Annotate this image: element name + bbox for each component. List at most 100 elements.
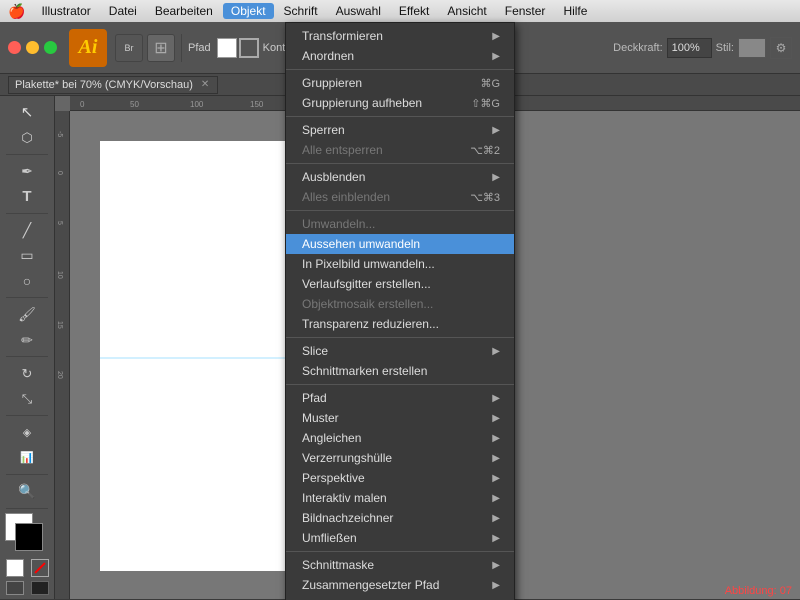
zoom-tool[interactable]: 🔍 (2, 479, 52, 504)
fill-swatch[interactable] (217, 38, 237, 58)
ruler-v-0: -5 (56, 131, 63, 137)
menu-gruppieren[interactable]: Gruppieren ⌘G (286, 73, 514, 93)
menu-zusammengesetzter-pfad[interactable]: Zusammengesetzter Pfad ▶ (286, 575, 514, 595)
menu-interaktiv-label: Interaktiv malen (302, 491, 492, 505)
menu-objekt[interactable]: Objekt (223, 3, 274, 19)
ellipse-tool[interactable]: ○ (2, 269, 52, 294)
fullscreen-mode-button[interactable] (31, 581, 49, 595)
menu-umfliessen[interactable]: Umfließen ▶ (286, 528, 514, 548)
direct-select-tool[interactable]: ⬡ (2, 126, 52, 151)
menu-muster[interactable]: Muster ▶ (286, 408, 514, 428)
select-tool[interactable]: ↖ (2, 100, 52, 125)
settings-icon[interactable]: ⚙ (770, 37, 792, 59)
blend-tool[interactable]: ◈ (2, 420, 52, 445)
menu-bearbeiten[interactable]: Bearbeiten (147, 3, 221, 19)
menu-effekt[interactable]: Effekt (391, 3, 437, 19)
chart-tool[interactable]: 📊 (2, 446, 52, 471)
tool-sep5 (6, 415, 48, 416)
toolpanel: ↖ ⬡ ✒ T ╱ ▭ ○ 🖌 ✏ ↻ ⤡ ◈ 📊 🔍 (0, 96, 55, 599)
apple-menu-icon[interactable]: 🍎 (8, 3, 25, 20)
tool-sep3 (6, 297, 48, 298)
menu-transformieren[interactable]: Transformieren ▶ (286, 26, 514, 46)
ruler-v-3: 10 (56, 271, 63, 279)
screen-mode-buttons (2, 581, 52, 595)
document-tab[interactable]: Plakette* bei 70% (CMYK/Vorschau) ✕ (8, 76, 218, 94)
menu-alle-entsperren[interactable]: Alle entsperren ⌥⌘2 (286, 140, 514, 160)
menu-slice-label: Slice (302, 344, 492, 358)
menu-section-transform: Transformieren ▶ Anordnen ▶ (286, 23, 514, 70)
menu-umfliessen-label: Umfließen (302, 531, 492, 545)
menu-sperren[interactable]: Sperren ▶ (286, 120, 514, 140)
fill-button[interactable] (6, 559, 24, 577)
maximize-window-button[interactable] (44, 41, 57, 54)
statusbar: Abbildung: 07 (717, 583, 800, 599)
none-button[interactable] (31, 559, 49, 577)
menu-objektmosaik[interactable]: Objektmosaik erstellen... (286, 294, 514, 314)
menu-interaktiv[interactable]: Interaktiv malen ▶ (286, 488, 514, 508)
menu-verzerrung[interactable]: Verzerrungshülle ▶ (286, 448, 514, 468)
menu-ausblenden[interactable]: Ausblenden ▶ (286, 167, 514, 187)
shape-tool[interactable]: ▭ (2, 243, 52, 268)
ruler-h-150: 150 (250, 100, 263, 109)
menu-umwandeln[interactable]: Umwandeln... (286, 214, 514, 234)
menu-anordnen-arrow: ▶ (492, 51, 500, 62)
close-window-button[interactable] (8, 41, 21, 54)
menu-interaktiv-arrow: ▶ (492, 493, 500, 504)
menu-sperren-arrow: ▶ (492, 125, 500, 136)
menu-slice[interactable]: Slice ▶ (286, 341, 514, 361)
menu-pfad[interactable]: Pfad ▶ (286, 388, 514, 408)
scale-tool[interactable]: ⤡ (2, 387, 52, 412)
menu-ansicht[interactable]: Ansicht (439, 3, 494, 19)
line-tool[interactable]: ╱ (2, 218, 52, 243)
menu-pixelbild-umwandeln[interactable]: In Pixelbild umwandeln... (286, 254, 514, 274)
deckkraft-input[interactable] (667, 38, 712, 58)
opacity-section: Deckkraft: Stil: ⚙ (613, 37, 792, 59)
menu-transparenz[interactable]: Transparenz reduzieren... (286, 314, 514, 334)
stroke-swatch[interactable] (239, 38, 259, 58)
menu-fenster[interactable]: Fenster (497, 3, 554, 19)
arrange-btn[interactable]: ⊞ (147, 34, 175, 62)
menu-zeichenflaechen[interactable]: Zeichenflächen ▶ (286, 595, 514, 600)
background-swatch[interactable] (15, 523, 43, 551)
menu-anordnen[interactable]: Anordnen ▶ (286, 46, 514, 66)
menu-bildnachzeichner-arrow: ▶ (492, 513, 500, 524)
pen-tool[interactable]: ✒ (2, 159, 52, 184)
menu-gruppierung-aufheben[interactable]: Gruppierung aufheben ⇧⌘G (286, 93, 514, 113)
menu-schnittmaske[interactable]: Schnittmaske ▶ (286, 555, 514, 575)
tool-sep2 (6, 213, 48, 214)
rotate-tool[interactable]: ↻ (2, 361, 52, 386)
menu-verzerrung-arrow: ▶ (492, 453, 500, 464)
menu-zusammengesetzter-pfad-label: Zusammengesetzter Pfad (302, 578, 492, 592)
menu-section-lock: Sperren ▶ Alle entsperren ⌥⌘2 (286, 117, 514, 164)
menu-alles-einblenden-label: Alles einblenden (302, 190, 450, 204)
tool-sep1 (6, 154, 48, 155)
ruler-v-1: 0 (56, 171, 63, 175)
menu-hilfe[interactable]: Hilfe (555, 3, 595, 19)
close-tab-button[interactable]: ✕ (201, 79, 209, 90)
menu-angleichen[interactable]: Angleichen ▶ (286, 428, 514, 448)
menu-bildnachzeichner[interactable]: Bildnachzeichner ▶ (286, 508, 514, 528)
objekt-dropdown-menu: Transformieren ▶ Anordnen ▶ Gruppieren ⌘… (285, 22, 515, 600)
menu-transformieren-arrow: ▶ (492, 31, 500, 42)
menubar: 🍎 Illustrator Datei Bearbeiten Objekt Sc… (0, 0, 800, 22)
style-swatch[interactable] (738, 38, 766, 58)
pencil-tool[interactable]: ✏ (2, 328, 52, 353)
menu-verlaufsgitter[interactable]: Verlaufsgitter erstellen... (286, 274, 514, 294)
menu-perspektive[interactable]: Perspektive ▶ (286, 468, 514, 488)
br-badge[interactable]: Br (115, 34, 143, 62)
menu-section-slice: Slice ▶ Schnittmarken erstellen (286, 338, 514, 385)
text-tool[interactable]: T (2, 184, 52, 209)
tool-sep4 (6, 356, 48, 357)
minimize-window-button[interactable] (26, 41, 39, 54)
normal-mode-button[interactable] (6, 581, 24, 595)
menu-schnittmarken[interactable]: Schnittmarken erstellen (286, 361, 514, 381)
paintbrush-tool[interactable]: 🖌 (2, 302, 52, 327)
menu-schrift[interactable]: Schrift (276, 3, 326, 19)
menu-auswahl[interactable]: Auswahl (328, 3, 389, 19)
menu-alles-einblenden[interactable]: Alles einblenden ⌥⌘3 (286, 187, 514, 207)
menu-illustrator[interactable]: Illustrator (33, 3, 98, 19)
menu-transformieren-label: Transformieren (302, 29, 492, 43)
menu-datei[interactable]: Datei (101, 3, 145, 19)
ruler-v-4: 15 (56, 321, 63, 329)
menu-aussehen-umwandeln[interactable]: Aussehen umwandeln (286, 234, 514, 254)
